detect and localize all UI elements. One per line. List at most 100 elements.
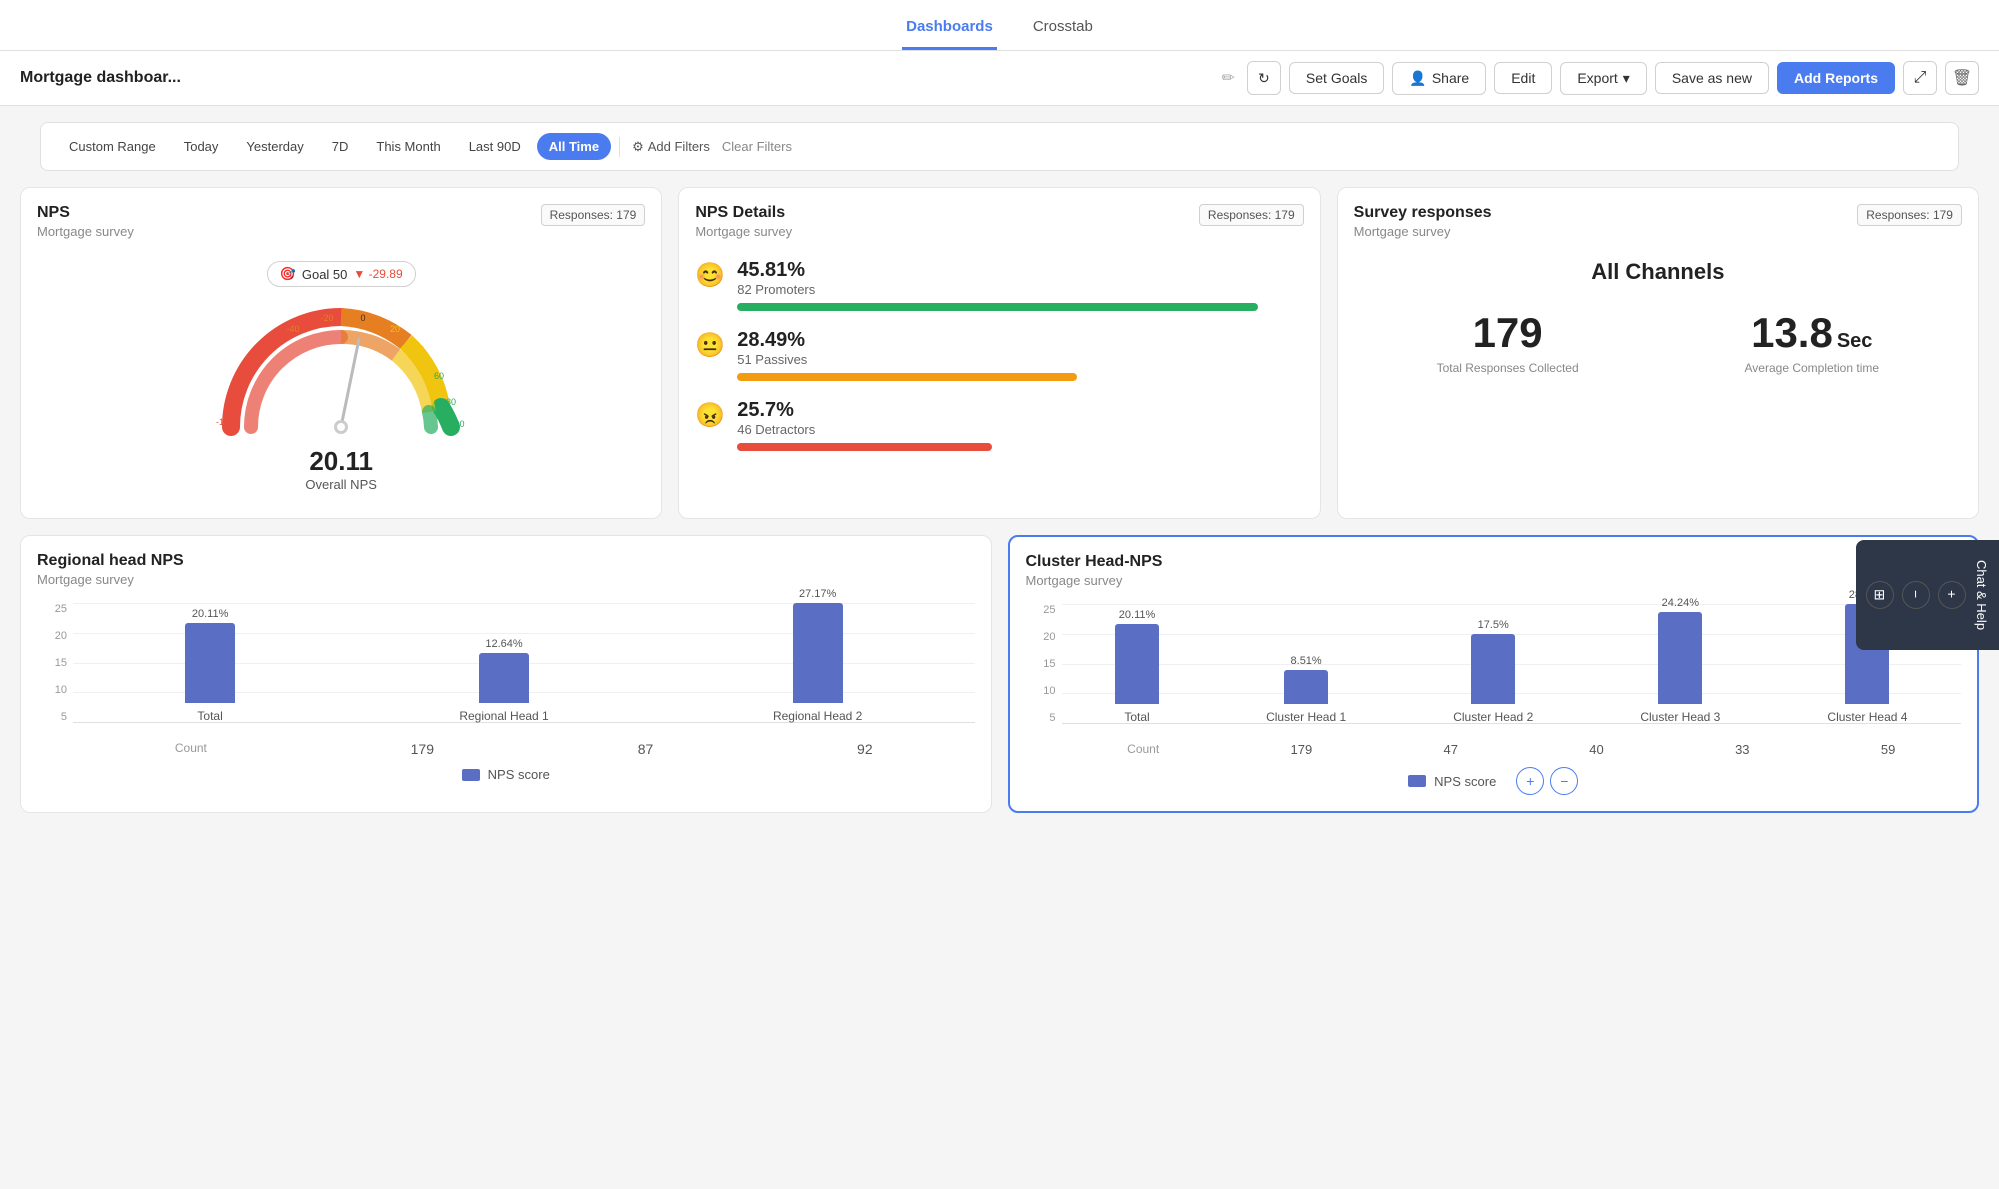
top-nav: Dashboards Crosstab: [0, 0, 1999, 51]
detractor-pct: 25.7%: [737, 399, 1303, 422]
svg-text:60: 60: [434, 371, 444, 381]
nps-details-items: 😊 45.81% 82 Promoters 😐 28.49% 51 Passiv…: [695, 251, 1303, 477]
survey-stats: 179 Total Responses Collected 13.8 Sec A…: [1354, 309, 1962, 375]
cluster-bar-total: 20.11% Total: [1115, 609, 1159, 724]
dashboard-title: Mortgage dashboar...: [20, 69, 1210, 87]
tab-crosstab[interactable]: Crosstab: [1029, 10, 1097, 50]
edit-button[interactable]: Edit: [1494, 62, 1552, 94]
svg-text:100: 100: [450, 419, 465, 429]
chevron-down-icon: ▾: [1623, 70, 1630, 87]
export-button[interactable]: Export ▾: [1560, 62, 1647, 95]
cluster-zoom-out-button[interactable]: −: [1550, 767, 1578, 795]
regional-count-rh2: 92: [857, 741, 873, 757]
survey-card: Survey responses Mortgage survey Respons…: [1337, 187, 1979, 519]
cluster-bar-chart: 25 20 15 10 5: [1026, 604, 1962, 724]
chat-zoom-out-icon[interactable]: −: [1902, 581, 1930, 609]
filter-bar: Custom Range Today Yesterday 7D This Mon…: [40, 122, 1959, 171]
cluster-bar-ch1: 8.51% Cluster Head 1: [1266, 655, 1346, 724]
chat-help-label: Chat & Help: [1974, 559, 1989, 629]
cluster-count-ch2: 40: [1589, 742, 1603, 757]
chat-zoom-in-icon[interactable]: +: [1938, 581, 1966, 609]
promoter-pct: 45.81%: [737, 259, 1303, 282]
nps-details-header: NPS Details Mortgage survey Responses: 1…: [695, 204, 1303, 239]
svg-text:-60: -60: [257, 347, 270, 357]
save-as-new-button[interactable]: Save as new: [1655, 62, 1769, 94]
nps-gauge-svg: -100 -80 -60 -40 -20 0 20 40 60 80 100: [211, 297, 471, 442]
detractors-item: 😠 25.7% 46 Detractors: [695, 399, 1303, 451]
dashboard-content: Custom Range Today Yesterday 7D This Mon…: [0, 122, 1999, 833]
cluster-legend: NPS score + −: [1026, 767, 1962, 795]
filter-7d[interactable]: 7D: [320, 133, 361, 160]
cluster-bar-total-bar: [1115, 624, 1159, 704]
nps-overall-label: Overall NPS: [305, 477, 377, 492]
header-actions: ↻ Set Goals 👤 Share Edit Export ▾ Save a…: [1247, 61, 1979, 95]
nps-value: 20.11: [309, 446, 373, 477]
detractor-emoji: 😠: [695, 401, 725, 430]
cluster-header: Cluster Head-NPS Mortgage survey: [1026, 553, 1962, 588]
goal-badge: 🎯 Goal 50 ▼ -29.89: [267, 261, 416, 287]
filter-yesterday[interactable]: Yesterday: [234, 133, 315, 160]
legend-box: [462, 769, 480, 781]
cluster-bars: 20.11% Total 8.51% Cluster Head 1 17.5%: [1062, 604, 1962, 724]
passive-pct: 28.49%: [737, 329, 1303, 352]
regional-bars: 20.11% Total 12.64% Regional Head 1 27.1…: [73, 603, 975, 723]
refresh-button[interactable]: ↻: [1247, 61, 1281, 95]
cluster-zoom-controls: + −: [1516, 767, 1578, 795]
goal-delta: ▼ -29.89: [353, 267, 402, 281]
set-goals-button[interactable]: Set Goals: [1289, 62, 1384, 94]
filter-divider: [619, 137, 620, 157]
share-button[interactable]: 👤 Share: [1392, 62, 1486, 95]
total-responses-label: Total Responses Collected: [1437, 361, 1579, 375]
total-responses-value: 179: [1437, 309, 1579, 357]
svg-text:-40: -40: [287, 324, 300, 334]
fullscreen-button[interactable]: ⤢: [1903, 61, 1937, 95]
passive-info: 28.49% 51 Passives: [737, 329, 1303, 381]
svg-text:20: 20: [390, 324, 400, 334]
regional-counts: Count 179 87 92: [37, 741, 975, 757]
promoter-label: 82 Promoters: [737, 282, 1303, 297]
cluster-count-ch4: 59: [1881, 742, 1895, 757]
top-row: NPS Mortgage survey Responses: 179 🎯 Goa…: [20, 187, 1979, 519]
edit-title-icon[interactable]: ✏: [1222, 68, 1235, 88]
chat-help-button[interactable]: Chat & Help + − ⊞: [1856, 539, 1999, 649]
cluster-bar-ch2: 17.5% Cluster Head 2: [1453, 619, 1533, 724]
cluster-bar-ch3: 24.24% Cluster Head 3: [1640, 597, 1720, 724]
svg-text:80: 80: [446, 397, 456, 407]
add-reports-button[interactable]: Add Reports: [1777, 62, 1895, 94]
regional-nps-card: Regional head NPS Mortgage survey 25 20 …: [20, 535, 992, 813]
regional-bar-rh2: 27.17% Regional Head 2: [773, 588, 862, 723]
regional-bar-rh1: 12.64% Regional Head 1: [459, 638, 548, 723]
svg-text:0: 0: [361, 313, 366, 323]
filter-last-90d[interactable]: Last 90D: [457, 133, 533, 160]
delete-button[interactable]: 🗑: [1945, 61, 1979, 95]
survey-title: Survey responses: [1354, 204, 1492, 222]
filter-today[interactable]: Today: [172, 133, 231, 160]
passive-bar: [737, 373, 1077, 381]
passives-item: 😐 28.49% 51 Passives: [695, 329, 1303, 381]
avg-time-label: Average Completion time: [1745, 361, 1880, 375]
nps-card-header: NPS Mortgage survey Responses: 179: [37, 204, 645, 239]
regional-title: Regional head NPS: [37, 552, 184, 570]
cluster-count-ch3: 33: [1735, 742, 1749, 757]
nps-card: NPS Mortgage survey Responses: 179 🎯 Goa…: [20, 187, 662, 519]
clear-filters-button[interactable]: Clear Filters: [722, 139, 792, 154]
svg-text:40: 40: [414, 344, 424, 354]
tab-dashboards[interactable]: Dashboards: [902, 10, 997, 50]
filter-this-month[interactable]: This Month: [364, 133, 452, 160]
filter-custom-range[interactable]: Custom Range: [57, 133, 168, 160]
regional-subtitle: Mortgage survey: [37, 572, 184, 587]
promoter-info: 45.81% 82 Promoters: [737, 259, 1303, 311]
fullscreen-icon: ⤢: [1914, 69, 1927, 87]
cluster-count-total: 179: [1291, 742, 1313, 757]
chat-table-icon[interactable]: ⊞: [1866, 581, 1894, 609]
regional-legend: NPS score: [37, 767, 975, 782]
svg-text:-100: -100: [216, 417, 234, 427]
survey-subtitle: Mortgage survey: [1354, 224, 1492, 239]
cluster-nps-card: Cluster Head-NPS Mortgage survey 25 20: [1008, 535, 1980, 813]
regional-bar-rh2-bar: [793, 603, 843, 703]
filter-icon: ⚙: [632, 139, 644, 155]
filter-all-time[interactable]: All Time: [537, 133, 611, 160]
add-filters-button[interactable]: ⚙ Add Filters: [632, 139, 710, 155]
cluster-zoom-in-button[interactable]: +: [1516, 767, 1544, 795]
survey-card-header: Survey responses Mortgage survey Respons…: [1354, 204, 1962, 239]
